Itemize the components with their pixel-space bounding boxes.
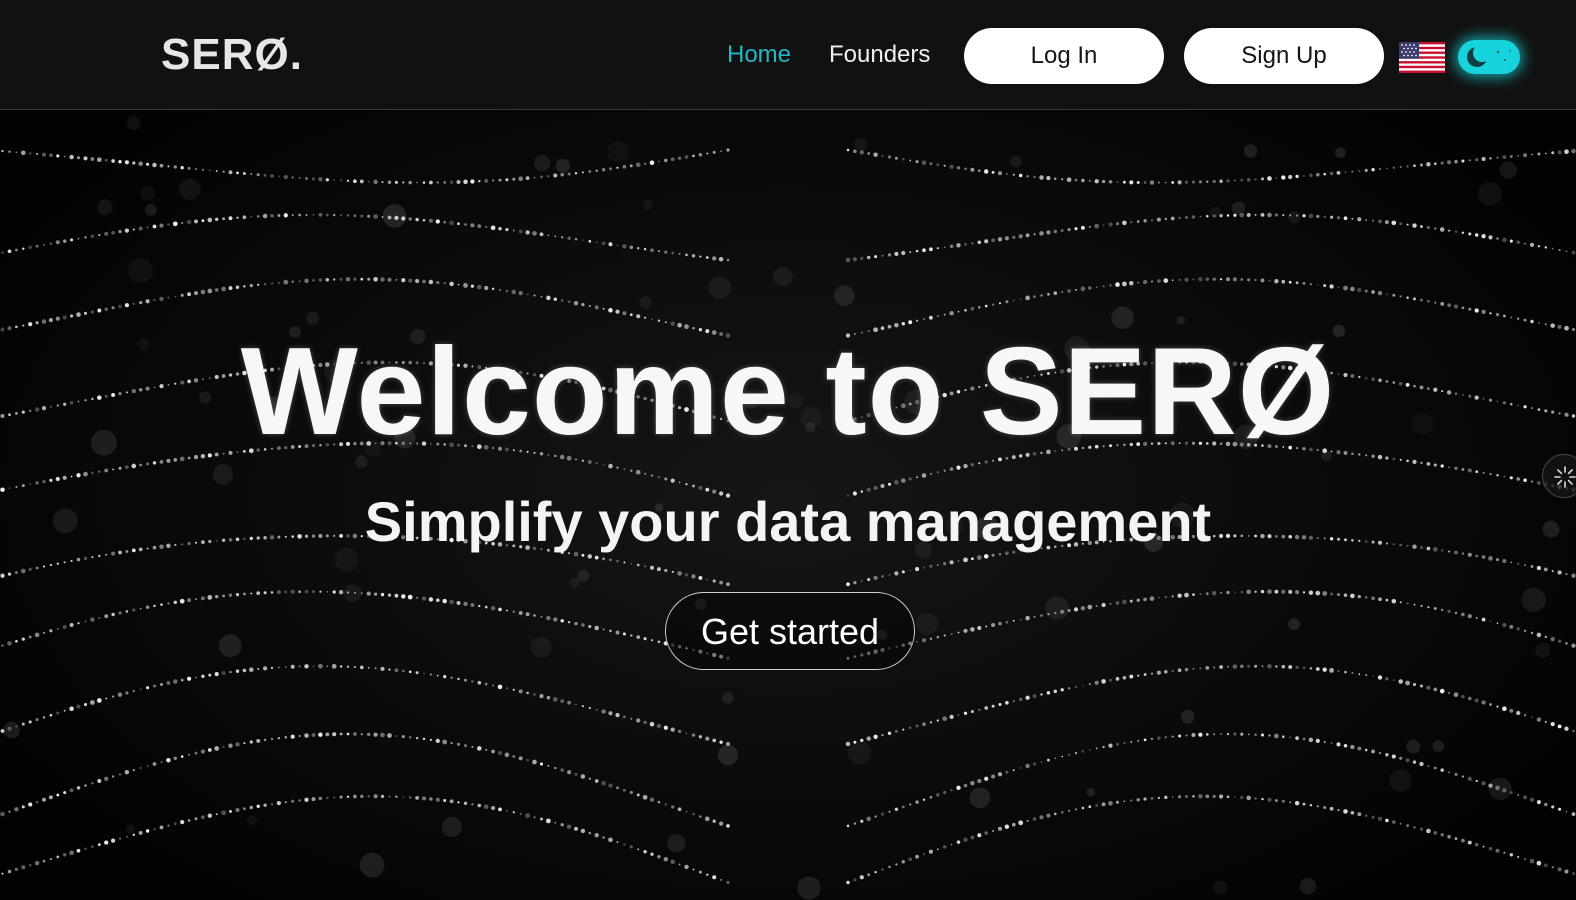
moon-icon <box>1467 44 1511 67</box>
us-flag-icon[interactable] <box>1399 42 1445 73</box>
page: SERØ. Home Founders Log In Sign Up Welco… <box>0 0 1576 900</box>
get-started-button[interactable]: Get started <box>665 592 915 670</box>
theme-toggle[interactable] <box>1458 40 1520 74</box>
top-navbar: SERØ. Home Founders Log In Sign Up <box>0 0 1576 110</box>
login-button[interactable]: Log In <box>964 28 1164 84</box>
signup-button[interactable]: Sign Up <box>1184 28 1384 84</box>
nav-link-founders[interactable]: Founders <box>829 40 930 70</box>
hero-title: Welcome to SERØ <box>240 323 1336 461</box>
brand-logo[interactable]: SERØ. <box>161 30 303 80</box>
loader-icon <box>1554 466 1576 488</box>
hero-subtitle: Simplify your data management <box>364 490 1212 553</box>
nav-link-home[interactable]: Home <box>727 40 791 70</box>
